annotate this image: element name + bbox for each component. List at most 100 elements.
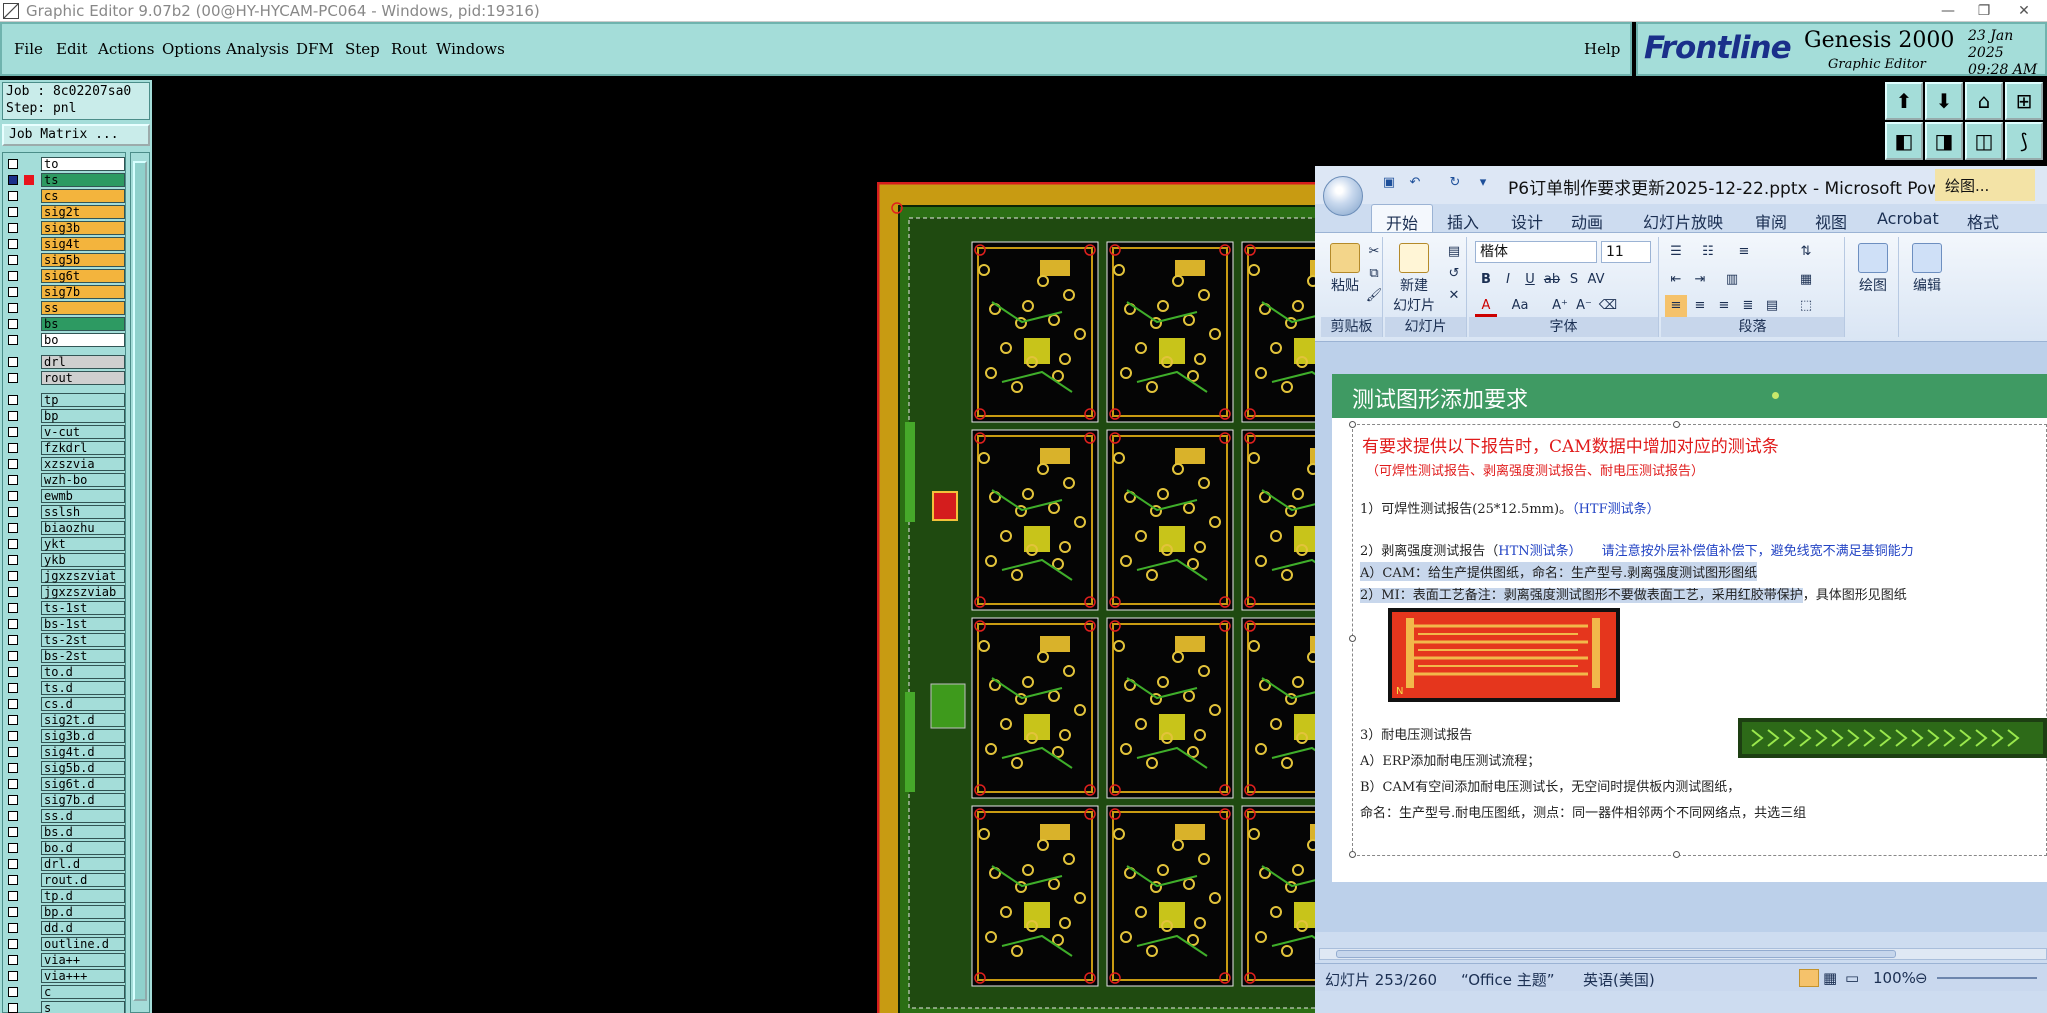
- layer-name[interactable]: ykb: [41, 553, 125, 567]
- layer-checkbox[interactable]: [8, 603, 18, 613]
- drawing-button[interactable]: 绘图: [1853, 243, 1893, 295]
- layer-row[interactable]: bs-1st: [3, 617, 125, 631]
- strikethrough-icon[interactable]: ab: [1541, 269, 1563, 291]
- minimize-icon[interactable]: —: [1928, 0, 1968, 22]
- layer-row[interactable]: sig7b.d: [3, 793, 125, 807]
- zoom-slider[interactable]: [1937, 977, 2037, 979]
- layer-row[interactable]: sslsh: [3, 505, 125, 519]
- layer-color-swatch[interactable]: [24, 699, 34, 709]
- layer-name[interactable]: bs-2st: [41, 649, 125, 663]
- layer-row[interactable]: to: [3, 157, 125, 171]
- layer-row[interactable]: bs: [3, 317, 125, 331]
- ribbon-tab[interactable]: 幻灯片放映: [1643, 209, 1723, 233]
- layer-checkbox[interactable]: [8, 459, 18, 469]
- layer-checkbox[interactable]: [8, 587, 18, 597]
- layer-row[interactable]: v-cut: [3, 425, 125, 439]
- distribute-icon[interactable]: ▤: [1761, 295, 1783, 317]
- layer-name[interactable]: tp.d: [41, 889, 125, 903]
- layer-row[interactable]: bo.d: [3, 841, 125, 855]
- layer-color-swatch[interactable]: [24, 319, 34, 329]
- bold-icon[interactable]: B: [1475, 269, 1497, 291]
- layer-name[interactable]: xzszvia: [41, 457, 125, 471]
- layer-checkbox[interactable]: [8, 619, 18, 629]
- layer-row[interactable]: sig2t.d: [3, 713, 125, 727]
- home-icon[interactable]: ⌂: [1965, 82, 2003, 120]
- menu-actions[interactable]: Actions: [98, 40, 154, 58]
- layer-checkbox[interactable]: [8, 571, 18, 581]
- layer-row[interactable]: bs.d: [3, 825, 125, 839]
- ribbon-tab[interactable]: 插入: [1447, 209, 1479, 233]
- layer-checkbox[interactable]: [8, 859, 18, 869]
- layer-row[interactable]: s: [3, 1001, 125, 1013]
- layer-row[interactable]: xzszvia: [3, 457, 125, 471]
- layer-name[interactable]: fzkdrl: [41, 441, 125, 455]
- layer-checkbox[interactable]: [8, 667, 18, 677]
- layer-checkbox[interactable]: [8, 427, 18, 437]
- layer-color-swatch[interactable]: [24, 459, 34, 469]
- layer-checkbox[interactable]: [8, 191, 18, 201]
- layer-row[interactable]: drl.d: [3, 857, 125, 871]
- layer-color-swatch[interactable]: [24, 255, 34, 265]
- layer-color-swatch[interactable]: [24, 619, 34, 629]
- grow-font-icon[interactable]: A⁺: [1549, 295, 1571, 317]
- layer-checkbox[interactable]: [8, 779, 18, 789]
- font-size-select[interactable]: 11: [1601, 241, 1651, 263]
- columns-icon[interactable]: ▥: [1721, 269, 1743, 291]
- layer-row[interactable]: sig3b: [3, 221, 125, 235]
- ribbon-tab[interactable]: 动画: [1571, 209, 1603, 233]
- delete-icon[interactable]: ✕: [1443, 285, 1465, 307]
- layer-checkbox[interactable]: [8, 715, 18, 725]
- layer-checkbox[interactable]: [8, 303, 18, 313]
- menu-analysis[interactable]: Analysis: [226, 40, 289, 58]
- change-case-icon[interactable]: Aa: [1509, 295, 1531, 317]
- layer-name[interactable]: drl: [41, 355, 125, 369]
- format-painter-icon[interactable]: 🖌: [1363, 285, 1385, 307]
- layer-name[interactable]: ts-2st: [41, 633, 125, 647]
- layer-name[interactable]: bs.d: [41, 825, 125, 839]
- layer-color-swatch[interactable]: [24, 271, 34, 281]
- layer-name[interactable]: wzh-bo: [41, 473, 125, 487]
- layer-color-swatch[interactable]: [24, 987, 34, 997]
- layer-checkbox[interactable]: [8, 319, 18, 329]
- layer-checkbox[interactable]: [8, 955, 18, 965]
- layer-name[interactable]: ewmb: [41, 489, 125, 503]
- layer-color-swatch[interactable]: [24, 811, 34, 821]
- spacing-icon[interactable]: AV: [1585, 269, 1607, 291]
- layer-row[interactable]: sig2t: [3, 205, 125, 219]
- normal-view-icon[interactable]: [1799, 969, 1819, 987]
- layer-row[interactable]: to.d: [3, 665, 125, 679]
- layer-checkbox[interactable]: [8, 555, 18, 565]
- layer-name[interactable]: drl.d: [41, 857, 125, 871]
- layer-name[interactable]: dd.d: [41, 921, 125, 935]
- layer-checkbox[interactable]: [8, 827, 18, 837]
- redo-icon[interactable]: ↻: [1447, 175, 1463, 191]
- layer-row[interactable]: sig6t: [3, 269, 125, 283]
- resize-handle[interactable]: [1349, 635, 1356, 642]
- layer-checkbox[interactable]: [8, 271, 18, 281]
- ribbon-tab[interactable]: 审阅: [1755, 209, 1787, 233]
- qat-dropdown-icon[interactable]: ▾: [1475, 175, 1491, 191]
- layer-row[interactable]: jgxzszviab: [3, 585, 125, 599]
- layer-scrollbar[interactable]: [130, 152, 150, 1013]
- zoom-out-icon[interactable]: ⊖: [1915, 969, 1928, 987]
- layer-checkbox[interactable]: [8, 987, 18, 997]
- layer-name[interactable]: sig5b: [41, 253, 125, 267]
- job-matrix-button[interactable]: Job Matrix ...: [2, 124, 150, 146]
- layer-checkbox[interactable]: [8, 207, 18, 217]
- layer-color-swatch[interactable]: [24, 427, 34, 437]
- layer-row[interactable]: sig5b.d: [3, 761, 125, 775]
- layer-color-swatch[interactable]: [24, 795, 34, 805]
- layer-row[interactable]: ss.d: [3, 809, 125, 823]
- layer-color-swatch[interactable]: [24, 207, 34, 217]
- layer-checkbox[interactable]: [8, 335, 18, 345]
- ribbon-tab[interactable]: 设计: [1511, 209, 1543, 233]
- layer-name[interactable]: sig6t.d: [41, 777, 125, 791]
- layer-row[interactable]: via+++: [3, 969, 125, 983]
- menu-help[interactable]: Help: [1584, 40, 1620, 58]
- layer-color-swatch[interactable]: [24, 357, 34, 367]
- reset-icon[interactable]: ↺: [1443, 263, 1465, 285]
- menu-step[interactable]: Step: [345, 40, 380, 58]
- menu-dfm[interactable]: DFM: [296, 40, 334, 58]
- menu-edit[interactable]: Edit: [56, 40, 87, 58]
- layer-row[interactable]: sig6t.d: [3, 777, 125, 791]
